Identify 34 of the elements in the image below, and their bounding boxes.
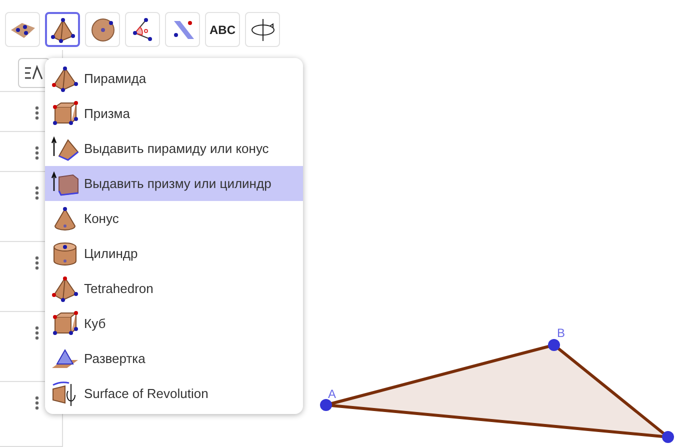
pyramid-icon	[50, 16, 76, 42]
extrude-prism-icon	[51, 170, 79, 196]
menu-item[interactable]: Конус	[45, 201, 303, 236]
menu-item[interactable]: Цилиндр	[45, 236, 303, 271]
point[interactable]	[320, 399, 332, 411]
menu-item[interactable]: Куб	[45, 306, 303, 341]
pyramid-icon	[51, 66, 79, 92]
prism-icon	[51, 100, 79, 126]
point[interactable]	[548, 339, 560, 351]
sphere-icon	[90, 16, 116, 42]
menu-item[interactable]: Пирамида	[45, 61, 303, 96]
point-label: A	[328, 387, 336, 401]
more-options-icon[interactable]	[35, 396, 39, 410]
cube-icon	[51, 310, 79, 336]
text-tool-button[interactable]: ABC	[205, 12, 240, 47]
cylinder-icon	[51, 240, 79, 266]
more-options-icon[interactable]	[35, 186, 39, 200]
menu-item[interactable]: Призма	[45, 96, 303, 131]
more-options-icon[interactable]	[35, 106, 39, 120]
more-options-icon[interactable]	[35, 146, 39, 160]
menu-item[interactable]: Surface of Revolution	[45, 376, 303, 411]
tetrahedron-icon	[51, 276, 79, 302]
point-label: B	[557, 326, 566, 340]
algebra-view-icon	[24, 64, 44, 82]
rotate-icon	[250, 16, 276, 42]
menu-item[interactable]: Tetrahedron	[45, 271, 303, 306]
more-options-icon[interactable]	[35, 326, 39, 340]
tool-button[interactable]	[45, 12, 80, 47]
menu-item[interactable]: Выдавить пирамиду или конус	[45, 131, 303, 166]
menu-item[interactable]: Развертка	[45, 341, 303, 376]
more-options-icon[interactable]	[35, 256, 39, 270]
extrude-pyramid-icon	[51, 136, 79, 162]
menu-item[interactable]: Выдавить призму или цилиндр	[45, 166, 303, 201]
point[interactable]	[662, 431, 674, 443]
